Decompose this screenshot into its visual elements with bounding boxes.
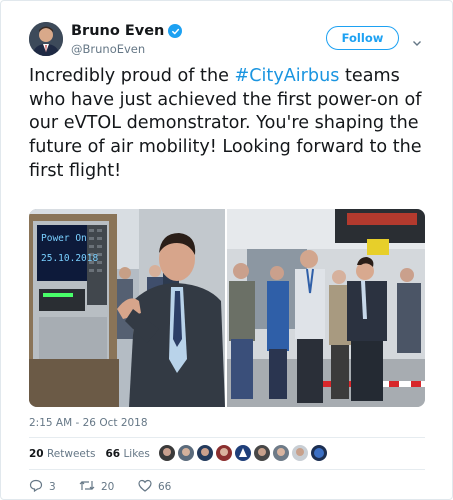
photo-team[interactable] [227,209,425,407]
retweets-stat-label: Retweets [46,448,96,460]
like-action[interactable]: 66 [138,479,171,495]
retweet-action[interactable]: 20 [79,479,138,495]
liker-avatars [159,445,327,461]
liker-avatar[interactable] [235,445,251,461]
liker-avatar[interactable] [311,445,327,461]
retweet-icon [79,479,95,495]
liker-avatar[interactable] [159,445,175,461]
tweet-timestamp[interactable]: 2:15 AM - 26 Oct 2018 [29,417,148,429]
chevron-down-icon[interactable] [412,33,422,46]
verified-badge-icon [168,24,183,38]
liker-avatar[interactable] [292,445,308,461]
photo-power-on[interactable]: Power On 25.10.2018 [29,209,225,407]
tweet-text: Incredibly proud of the #CityAirbus team… [29,65,429,184]
liker-avatar[interactable] [178,445,194,461]
tweet-media[interactable]: Power On 25.10.2018 [29,209,425,407]
reply-action[interactable]: 3 [29,479,79,495]
tweet-text-before: Incredibly proud of the [29,66,235,86]
liker-avatar[interactable] [197,445,213,461]
retweets-stat-count: 20 [29,448,44,460]
author-handle[interactable]: @BrunoEven [71,42,145,56]
liker-avatar[interactable] [254,445,270,461]
author-name-row: Bruno Even [71,23,183,39]
retweets-stat[interactable]: 20 Retweets [29,448,95,460]
reply-count: 3 [49,481,56,493]
author-name[interactable]: Bruno Even [71,23,164,39]
screen-label-power-on: Power On [41,233,87,244]
divider-top [29,437,425,438]
tweet-card: Bruno Even @BrunoEven Follow Incredibly … [0,0,453,500]
author-avatar[interactable] [29,22,63,56]
heart-icon [138,479,152,495]
liker-avatar[interactable] [273,445,289,461]
divider-bottom [29,469,425,470]
liker-avatar[interactable] [216,445,232,461]
likes-stat-count: 66 [105,448,121,460]
tweet-actions: 3 20 66 [29,479,171,495]
like-count: 66 [158,481,172,493]
likes-stat[interactable]: 66 Likes [105,448,149,460]
engagement-stats: 20 Retweets 66 Likes [29,448,150,460]
reply-icon [29,479,43,495]
retweet-count: 20 [101,481,115,493]
hashtag-link[interactable]: #CityAirbus [235,66,340,86]
likes-stat-label: Likes [123,448,150,460]
follow-button[interactable]: Follow [326,26,399,50]
screen-label-date: 25.10.2018 [41,253,99,264]
